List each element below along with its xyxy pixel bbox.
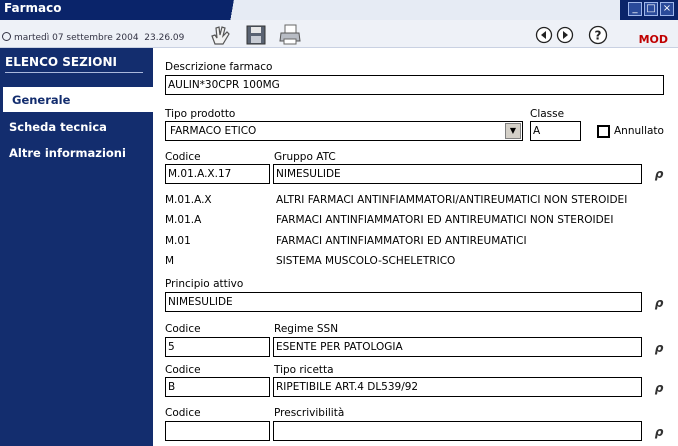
clock-icon [2,32,11,41]
atc-hierarchy-code: M [165,255,175,267]
atc-lookup-icon[interactable]: ρ [652,167,666,181]
descrizione-input[interactable]: AULIN*30CPR 100MG [165,75,664,95]
atc-hierarchy-desc: FARMACI ANTINFIAMMATORI ED ANTIREUMATICI… [276,214,614,226]
time-text: 23.26.09 [144,33,185,43]
principio-lookup-icon[interactable]: ρ [652,296,666,310]
classe-input[interactable]: A [530,121,581,141]
regime-code-input[interactable]: 5 [165,337,270,357]
prescrivibilita-code-input[interactable] [165,421,270,441]
atc-hierarchy-code: M.01 [165,235,191,247]
atc-hierarchy-code: M.01.A.X [165,194,212,206]
sidebar-divider [5,72,143,73]
ricetta-code-input[interactable]: B [165,377,270,397]
maximize-button[interactable]: □ [644,2,658,16]
title-bar: Farmaco _ □ × [0,0,678,20]
principio-input[interactable]: NIMESULIDE [165,292,642,312]
prescrivibilita-input[interactable] [273,421,642,441]
date-text: martedì 07 settembre 2004 [14,33,139,43]
mode-indicator: MOD [638,33,668,46]
regime-label: Regime SSN [274,323,339,335]
forward-icon[interactable] [556,26,574,44]
regime-lookup-icon[interactable]: ρ [652,341,666,355]
window-title: Farmaco [4,1,62,15]
ricetta-label: Tipo ricetta [274,364,334,376]
back-icon[interactable] [535,26,553,44]
annullato-label: Annullato [614,125,664,137]
atc-hierarchy-desc: ALTRI FARMACI ANTINFIAMMATORI/ANTIREUMAT… [276,194,628,206]
sidebar-item-scheda-tecnica[interactable]: Scheda tecnica [0,114,153,140]
classe-label: Classe [530,108,565,120]
datetime: martedì 07 settembre 2004 23.26.09 [2,32,184,43]
annullato-checkbox[interactable] [597,125,610,138]
hand-icon[interactable] [208,24,232,46]
minimize-button[interactable]: _ [628,2,642,16]
ricetta-input[interactable]: RIPETIBILE ART.4 DL539/92 [273,377,642,397]
sidebar-item-generale[interactable]: Generale [3,86,153,112]
tipo-prodotto-label: Tipo prodotto [165,108,236,120]
sidebar-item-altre-informazioni[interactable]: Altre informazioni [0,140,153,166]
svg-text:?: ? [595,29,602,43]
ricetta-code-label: Codice [165,364,201,376]
principio-label: Principio attivo [165,278,244,290]
atc-code-label: Codice [165,151,201,163]
prescrivibilita-code-label: Codice [165,407,201,419]
toolbar: martedì 07 settembre 2004 23.26.09 ? MOD [0,20,678,48]
regime-code-label: Codice [165,323,201,335]
prescrivibilita-lookup-icon[interactable]: ρ [652,425,666,439]
atc-hierarchy-desc: FARMACI ANTINFIAMMATORI ED ANTIREUMATICI [276,235,527,247]
chevron-down-icon[interactable]: ▼ [505,123,521,139]
tipo-prodotto-select[interactable]: FARMACO ETICO ▼ [165,121,523,141]
atc-hierarchy-desc: SISTEMA MUSCOLO-SCHELETRICO [276,255,456,267]
atc-group-input[interactable]: NIMESULIDE [273,164,642,184]
atc-group-label: Gruppo ATC [274,151,336,163]
title-bar-decoration [200,0,620,20]
atc-code-input[interactable]: M.01.A.X.17 [165,164,270,184]
prescrivibilita-label: Prescrivibilità [274,407,345,419]
close-button[interactable]: × [660,2,674,16]
save-icon[interactable] [244,24,268,46]
print-icon[interactable] [278,24,302,46]
sidebar: ELENCO SEZIONI Generale Scheda tecnica A… [0,48,153,446]
ricetta-lookup-icon[interactable]: ρ [652,381,666,395]
regime-input[interactable]: ESENTE PER PATOLOGIA [273,337,642,357]
tipo-prodotto-value: FARMACO ETICO [170,125,257,137]
help-icon[interactable]: ? [588,25,608,45]
descrizione-label: Descrizione farmaco [165,61,273,73]
atc-hierarchy-code: M.01.A [165,214,202,226]
sidebar-title: ELENCO SEZIONI [5,55,117,69]
